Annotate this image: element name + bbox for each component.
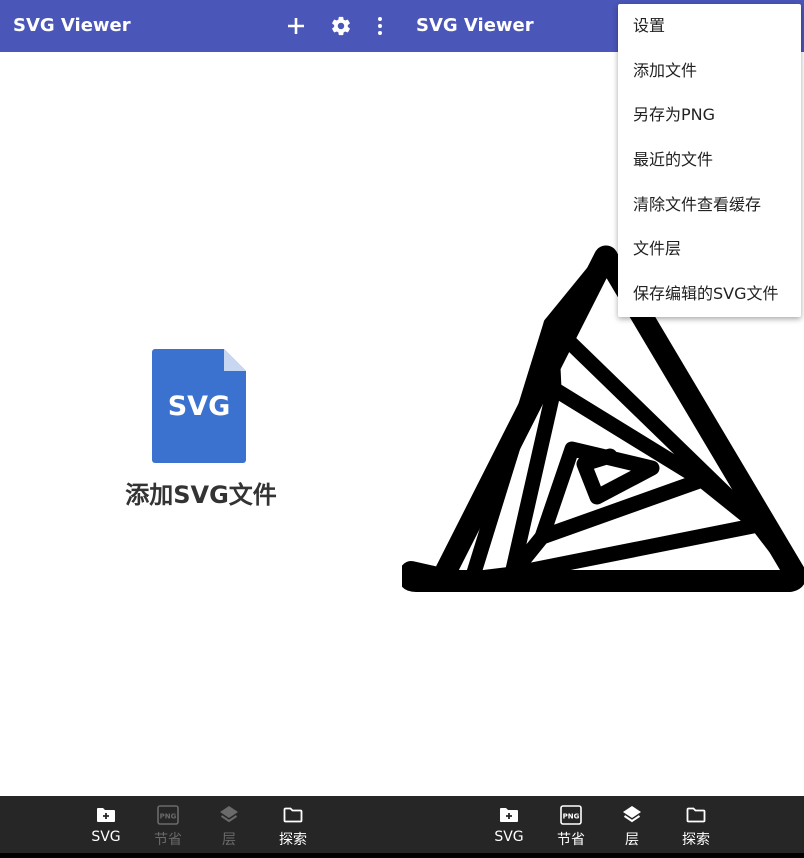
svg-text:PNG: PNG	[563, 813, 580, 821]
nav-layers-button[interactable]: 层	[199, 804, 259, 849]
layers-icon	[199, 804, 259, 826]
nav-svg-label: SVG	[91, 829, 121, 845]
nav-save-button-right[interactable]: PNG 节省	[541, 804, 601, 849]
overflow-menu: 设置 添加文件 另存为PNG 最近的文件 清除文件查看缓存 文件层 保存编辑的S…	[618, 4, 801, 317]
svg-file-icon-text: SVG	[168, 391, 231, 422]
menu-item-add-file[interactable]: 添加文件	[618, 49, 801, 94]
left-bottom-nav: SVG PNG 节省 层 探索	[0, 796, 402, 858]
nav-svg-button-right[interactable]: SVG	[479, 804, 539, 845]
menu-item-save-edited-svg[interactable]: 保存编辑的SVG文件	[618, 272, 801, 317]
nav-save-label-right: 节省	[557, 832, 585, 848]
left-pane: SVG Viewer SVG 添加SVG文件 SVG PNG 节省 层 探索	[0, 0, 402, 858]
nav-layers-label: 层	[222, 832, 236, 848]
right-app-title: SVG Viewer	[416, 15, 534, 36]
add-folder-icon	[479, 804, 539, 826]
folder-icon	[263, 804, 323, 826]
nav-layers-label-right: 层	[625, 832, 639, 848]
nav-explore-button-right[interactable]: 探索	[666, 804, 726, 849]
nav-explore-label: 探索	[279, 832, 307, 848]
menu-item-settings[interactable]: 设置	[618, 4, 801, 49]
nav-layers-button-right[interactable]: 层	[602, 804, 662, 849]
gear-icon[interactable]	[327, 12, 355, 40]
add-icon[interactable]	[282, 12, 310, 40]
png-icon: PNG	[138, 804, 198, 826]
left-app-bar: SVG Viewer	[0, 0, 402, 52]
nav-svg-label-right: SVG	[494, 829, 524, 845]
add-svg-file-label[interactable]: 添加SVG文件	[0, 475, 402, 510]
menu-item-clear-cache[interactable]: 清除文件查看缓存	[618, 183, 801, 228]
left-content: SVG 添加SVG文件	[0, 52, 402, 796]
menu-item-file-layers[interactable]: 文件层	[618, 227, 801, 272]
nav-explore-button[interactable]: 探索	[263, 804, 323, 849]
left-app-title: SVG Viewer	[13, 15, 131, 36]
nav-svg-button[interactable]: SVG	[76, 804, 136, 845]
nav-save-label: 节省	[154, 832, 182, 848]
svg-text:PNG: PNG	[160, 813, 177, 821]
png-icon: PNG	[541, 804, 601, 826]
folder-icon	[666, 804, 726, 826]
menu-item-recent-files[interactable]: 最近的文件	[618, 138, 801, 183]
right-bottom-nav: SVG PNG 节省 层 探索	[402, 796, 804, 858]
more-vert-icon[interactable]	[366, 12, 394, 40]
menu-item-save-as-png[interactable]: 另存为PNG	[618, 93, 801, 138]
svg-file-icon[interactable]: SVG	[152, 349, 246, 463]
nav-explore-label-right: 探索	[682, 832, 710, 848]
layers-icon	[602, 804, 662, 826]
add-folder-icon	[76, 804, 136, 826]
nav-save-button[interactable]: PNG 节省	[138, 804, 198, 849]
